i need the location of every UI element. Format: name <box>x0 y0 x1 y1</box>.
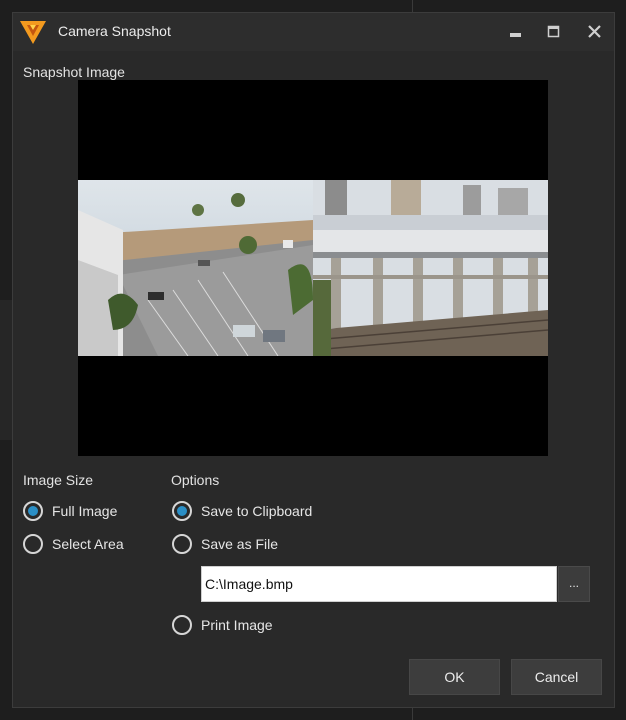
save-as-file-radio[interactable]: Save as File <box>172 533 278 555</box>
file-path-input[interactable] <box>201 566 557 602</box>
snapshot-preview <box>78 80 548 456</box>
camera-snapshot-dialog: Camera Snapshot Snapshot Image Image Siz… <box>12 12 615 708</box>
full-image-radio[interactable]: Full Image <box>23 500 117 522</box>
background-window-fragment <box>0 300 12 440</box>
select-area-radio[interactable]: Select Area <box>23 533 124 555</box>
select-area-label: Select Area <box>52 536 124 552</box>
save-to-clipboard-radio-indicator[interactable] <box>172 501 192 521</box>
options-label: Options <box>171 472 220 488</box>
ok-button[interactable]: OK <box>409 659 500 695</box>
print-image-radio-indicator[interactable] <box>172 615 192 635</box>
close-icon[interactable] <box>579 19 611 45</box>
print-image-radio[interactable]: Print Image <box>172 614 273 636</box>
app-logo-icon <box>20 21 46 44</box>
title-bar[interactable]: Camera Snapshot <box>13 13 614 51</box>
save-to-clipboard-label: Save to Clipboard <box>201 503 313 519</box>
minimize-icon[interactable] <box>499 19 531 45</box>
browse-button[interactable]: ... <box>558 566 590 602</box>
maximize-icon[interactable] <box>537 19 569 45</box>
save-as-file-label: Save as File <box>201 536 279 552</box>
full-image-radio-indicator[interactable] <box>23 501 43 521</box>
snapshot-image-label: Snapshot Image <box>23 64 125 80</box>
full-image-label: Full Image <box>52 503 118 519</box>
cancel-button[interactable]: Cancel <box>511 659 602 695</box>
save-to-clipboard-radio[interactable]: Save to Clipboard <box>172 500 312 522</box>
save-as-file-radio-indicator[interactable] <box>172 534 192 554</box>
camera-image-train-station <box>313 180 548 356</box>
window-title: Camera Snapshot <box>58 23 171 39</box>
select-area-radio-indicator[interactable] <box>23 534 43 554</box>
print-image-label: Print Image <box>201 617 273 633</box>
camera-image-parking-lot <box>78 180 313 356</box>
image-size-label: Image Size <box>23 472 94 488</box>
